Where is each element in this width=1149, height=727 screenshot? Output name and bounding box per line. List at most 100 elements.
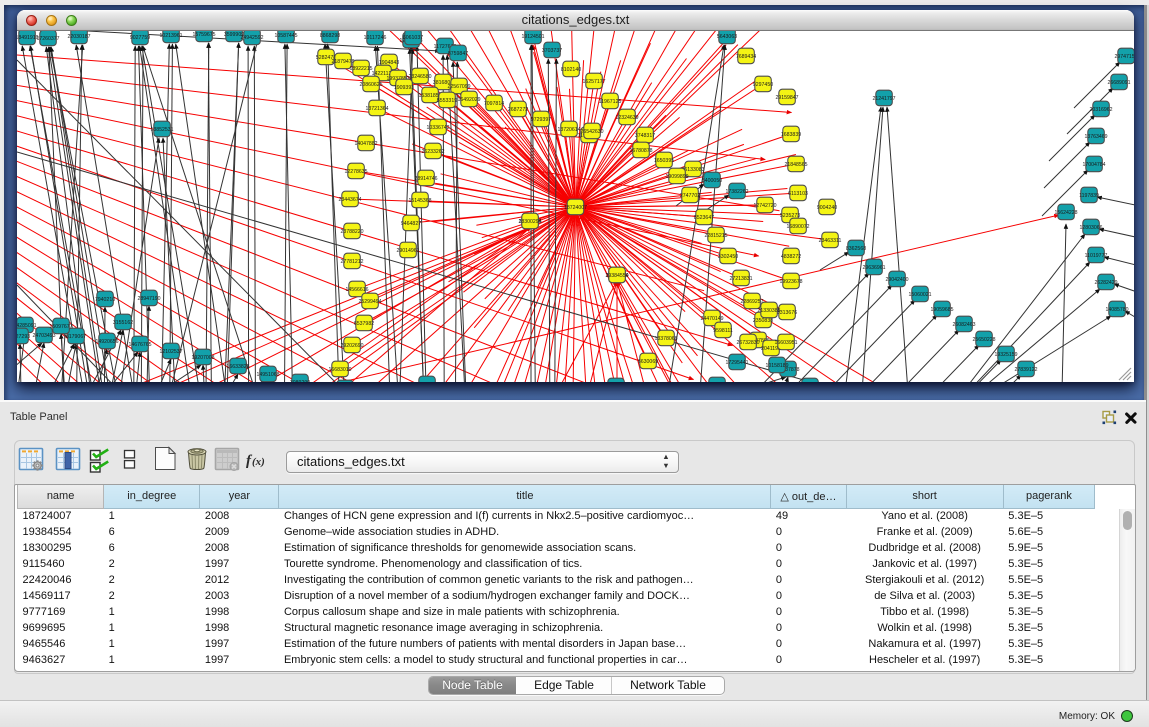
svg-text:17004784: 17004784 xyxy=(1082,162,1105,168)
svg-text:18491919: 18491919 xyxy=(17,35,39,41)
svg-text:3703737: 3703737 xyxy=(542,48,562,54)
svg-text:26233262: 26233262 xyxy=(421,149,444,155)
svg-text:24470149: 24470149 xyxy=(700,316,723,322)
svg-text:9297450: 9297450 xyxy=(753,82,773,88)
svg-text:3302450: 3302450 xyxy=(718,254,738,260)
svg-text:8759847: 8759847 xyxy=(448,51,468,57)
svg-text:16890072: 16890072 xyxy=(786,224,809,230)
svg-text:10213961: 10213961 xyxy=(159,33,182,39)
svg-text:14047882: 14047882 xyxy=(354,141,377,147)
svg-text:21241797: 21241797 xyxy=(872,96,895,102)
svg-text:22567099: 22567099 xyxy=(447,84,470,90)
svg-text:1650395: 1650395 xyxy=(654,158,674,164)
svg-text:8179067: 8179067 xyxy=(66,334,86,340)
svg-text:6061037: 6061037 xyxy=(403,35,423,41)
svg-text:6630069: 6630069 xyxy=(638,359,658,365)
svg-text:27839122: 27839122 xyxy=(1014,367,1037,373)
svg-text:28947190: 28947190 xyxy=(137,296,160,302)
svg-text:13721364: 13721364 xyxy=(365,106,388,112)
svg-text:12278635: 12278635 xyxy=(344,169,367,175)
svg-text:15145368: 15145368 xyxy=(408,198,431,204)
svg-text:26542630: 26542630 xyxy=(580,129,603,135)
svg-text:19325159: 19325159 xyxy=(994,352,1017,358)
svg-text:27781212: 27781212 xyxy=(340,259,363,265)
svg-text:19923678: 19923678 xyxy=(779,279,802,285)
svg-text:6113103: 6113103 xyxy=(788,191,808,197)
svg-text:13378068: 13378068 xyxy=(654,336,677,342)
svg-text:2350838: 2350838 xyxy=(753,318,773,324)
svg-text:9464827: 9464827 xyxy=(401,221,421,227)
svg-text:11967125: 11967125 xyxy=(599,99,622,105)
svg-text:29159847: 29159847 xyxy=(775,95,798,101)
svg-text:10117246: 10117246 xyxy=(364,35,387,41)
svg-text:19207008: 19207008 xyxy=(191,355,214,361)
svg-text:5643063: 5643063 xyxy=(717,34,737,40)
svg-text:13763469: 13763469 xyxy=(1084,134,1107,140)
svg-text:8102140: 8102140 xyxy=(561,67,581,73)
svg-text:19099899: 19099899 xyxy=(665,174,688,180)
svg-text:16683010: 16683010 xyxy=(328,367,351,373)
svg-text:17382262: 17382262 xyxy=(725,189,748,195)
svg-text:27213831: 27213831 xyxy=(729,276,752,282)
svg-text:8400050: 8400050 xyxy=(702,178,722,184)
svg-text:18724007: 18724007 xyxy=(564,205,587,211)
svg-text:15097677: 15097677 xyxy=(49,324,72,330)
svg-text:21330385: 21330385 xyxy=(757,308,780,314)
svg-text:16257177: 16257177 xyxy=(582,79,605,85)
svg-text:6537982: 6537982 xyxy=(354,321,374,327)
svg-text:29042400: 29042400 xyxy=(885,277,908,283)
svg-text:29014961: 29014961 xyxy=(396,248,419,254)
svg-text:29636961: 29636961 xyxy=(862,265,885,271)
svg-text:9004240: 9004240 xyxy=(817,205,837,211)
svg-text:20316962: 20316962 xyxy=(1089,107,1112,113)
svg-text:7940210: 7940210 xyxy=(95,297,115,303)
svg-text:18922215: 18922215 xyxy=(349,66,372,72)
svg-text:12742720: 12742720 xyxy=(753,203,776,209)
svg-text:7097814: 7097814 xyxy=(484,101,504,107)
svg-text:20860625: 20860625 xyxy=(359,82,382,88)
svg-text:3748317: 3748317 xyxy=(635,133,655,139)
svg-text:19384554: 19384554 xyxy=(605,273,628,279)
svg-text:7689434: 7689434 xyxy=(736,54,756,60)
svg-text:16780878: 16780878 xyxy=(629,148,652,154)
svg-text:15060021: 15060021 xyxy=(908,292,931,298)
svg-text:(x): (x) xyxy=(252,456,265,468)
svg-text:8868298: 8868298 xyxy=(320,33,340,39)
svg-text:3089290: 3089290 xyxy=(290,380,310,382)
svg-text:3155162: 3155162 xyxy=(113,320,133,326)
svg-text:9598111: 9598111 xyxy=(713,328,733,334)
svg-text:29202690: 29202690 xyxy=(340,343,363,349)
svg-text:22815215: 22815215 xyxy=(704,233,727,239)
svg-text:12803066: 12803066 xyxy=(1079,225,1102,231)
svg-text:14951068: 14951068 xyxy=(256,372,279,378)
svg-text:28914746: 28914746 xyxy=(414,176,437,182)
svg-text:15624228: 15624228 xyxy=(1054,210,1077,216)
svg-text:10158189: 10158189 xyxy=(765,363,788,369)
svg-text:14085780: 14085780 xyxy=(1105,307,1128,313)
svg-text:11019777: 11019777 xyxy=(1085,253,1108,259)
svg-text:1909393: 1909393 xyxy=(394,85,414,91)
svg-text:23246580: 23246580 xyxy=(408,74,431,80)
svg-text:26082463: 26082463 xyxy=(952,322,975,328)
svg-text:9729397: 9729397 xyxy=(531,117,551,123)
svg-text:29747156: 29747156 xyxy=(1114,54,1134,60)
svg-text:15759675: 15759675 xyxy=(192,32,215,38)
svg-text:22030187: 22030187 xyxy=(67,34,90,40)
svg-text:4838272: 4838272 xyxy=(781,254,801,260)
svg-text:25650228: 25650228 xyxy=(972,337,995,343)
svg-text:2687272: 2687272 xyxy=(508,107,528,113)
svg-text:13852531: 13852531 xyxy=(150,127,173,133)
svg-text:23463311: 23463311 xyxy=(819,238,842,244)
svg-text:21879478: 21879478 xyxy=(331,59,354,65)
svg-text:12324639: 12324639 xyxy=(615,115,638,121)
svg-text:26282429: 26282429 xyxy=(1094,280,1117,286)
svg-text:1683839: 1683839 xyxy=(781,132,801,138)
svg-text:1197839: 1197839 xyxy=(1079,193,1099,199)
svg-text:21848565: 21848565 xyxy=(784,162,807,168)
svg-text:18300295: 18300295 xyxy=(518,219,541,225)
svg-text:2747702: 2747702 xyxy=(680,193,700,199)
svg-text:25299494: 25299494 xyxy=(358,299,381,305)
svg-text:12102537: 12102537 xyxy=(159,349,182,355)
svg-text:10587445: 10587445 xyxy=(274,33,297,39)
svg-text:16633825: 16633825 xyxy=(226,364,249,370)
